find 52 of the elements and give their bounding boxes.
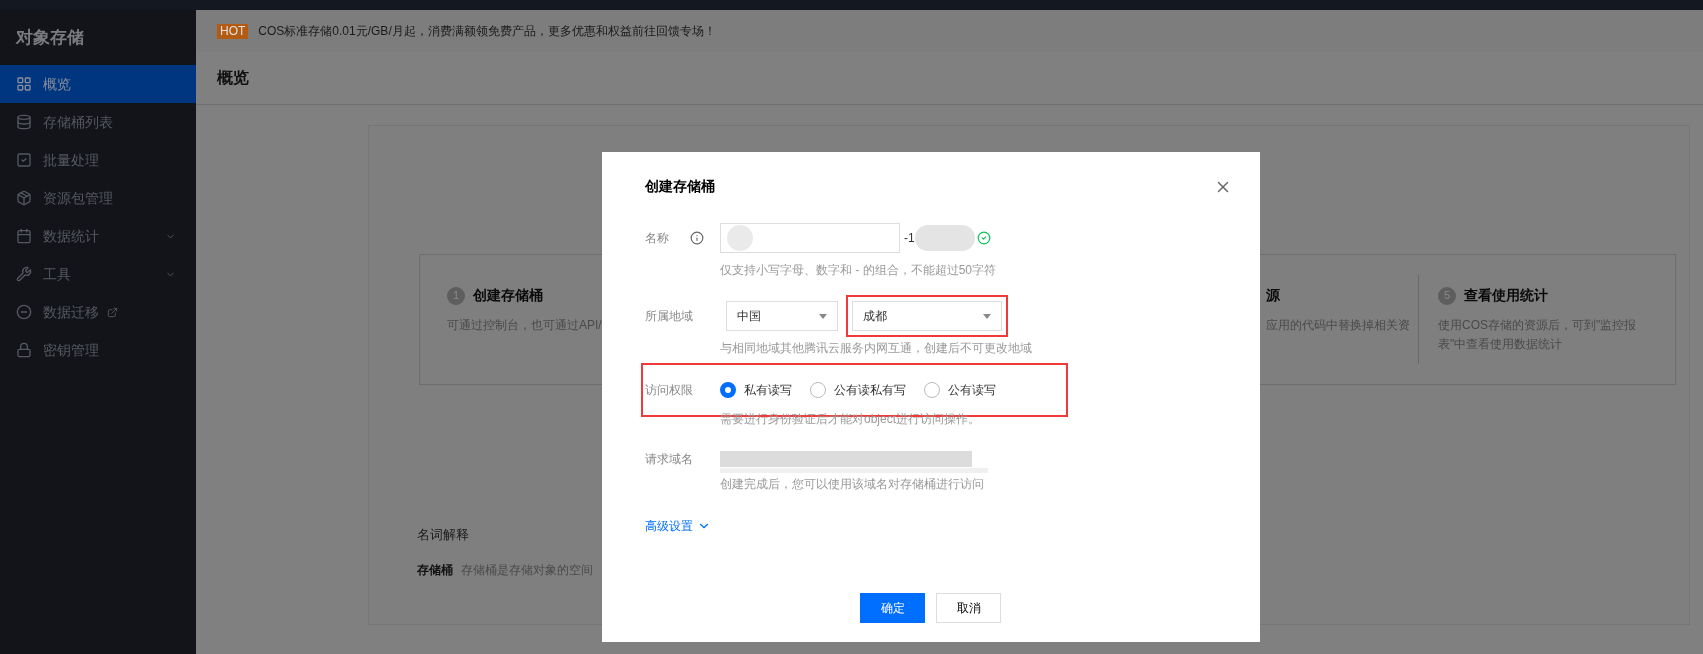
database-icon [16,114,32,130]
caret-icon [983,313,991,319]
sidebar-item[interactable]: 存储桶列表 [0,103,196,141]
name-suffix: -1 [904,230,915,247]
hot-badge: HOT [217,23,249,39]
cancel-button[interactable]: 取消 [936,593,1001,623]
sidebar-item[interactable]: 密钥管理 [0,331,196,369]
field-label: 所属地域 [645,308,694,325]
blurred-mask [727,225,753,251]
sidebar-item[interactable]: 数据统计 [0,217,196,255]
select-field[interactable]: 中国 [726,301,838,331]
blurred-mask [914,225,975,251]
step-title: 查看使用统计 [1464,286,1548,305]
info-icon[interactable] [690,231,704,245]
radio-button[interactable] [924,382,940,398]
sidebar-item[interactable]: 数据迁移 [0,293,196,331]
field-label: 名称 [645,230,670,247]
field-hint: 仅支持小写字母、数字和 - 的组合，不能超过50字符 [720,262,997,279]
glossary-term: 存储桶 [417,561,453,579]
caret-icon [819,313,827,319]
external-link-icon [107,306,118,318]
grid-icon [16,76,32,92]
sidebar-item[interactable]: 概览 [0,65,196,103]
name-input-field[interactable] [720,223,900,253]
radio-option[interactable]: 私有读写 [720,381,792,399]
calendar-icon [16,228,32,244]
field-hint: 与相同地域其他腾讯云服务内网互通，创建后不可更改地域 [720,340,1033,357]
advanced-settings-link[interactable]: 高级设置 [645,517,711,535]
step-title: 源 [1266,286,1280,305]
radio-button[interactable] [720,382,736,398]
package-icon [16,190,32,206]
lock-icon [16,342,32,358]
page-title: 概览 [217,68,249,88]
sidebar-title: 对象存储 [14,26,85,49]
radio-option[interactable]: 公有读私有写 [810,381,906,399]
confirm-button[interactable]: 确定 [860,593,925,623]
sidebar-item[interactable]: 资源包管理 [0,179,196,217]
radio-option[interactable]: 公有读写 [924,381,996,399]
wrench-icon [16,266,32,282]
sidebar-item[interactable]: 工具 [0,255,196,293]
checkbox-icon [16,152,32,168]
banner-text: COS标准存储0.01元/GB/月起，消费满额领免费产品，更多优惠和权益前往回馈专场！ [258,23,716,40]
field-label: 请求域名 [645,451,694,468]
circle-icon [16,304,32,320]
dialog-title: 创建存储桶 [645,177,715,196]
step-title: 创建存储桶 [473,286,543,305]
field-label: 访问权限 [645,382,694,399]
field-hint: 创建完成后，您可以使用该域名对存储桶进行访问 [720,476,985,493]
radio-button[interactable] [810,382,826,398]
select-field[interactable]: 成都 [852,301,1002,331]
sidebar-item[interactable]: 批量处理 [0,141,196,179]
glossary-heading: 名词解释 [417,526,469,544]
